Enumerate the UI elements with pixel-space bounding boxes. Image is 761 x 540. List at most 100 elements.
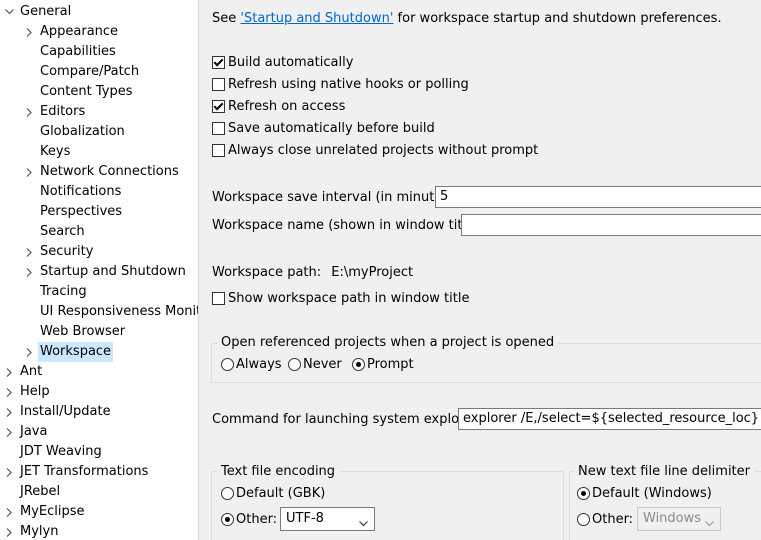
tree-item-label: Editors [40, 104, 86, 119]
always-label: Always [236, 357, 282, 372]
tree-item-label: Globalization [40, 124, 125, 139]
always-radio[interactable] [221, 358, 234, 371]
tree-item-appearance[interactable]: Appearance [0, 22, 198, 42]
save-before-build-checkbox[interactable] [212, 122, 225, 135]
tree-item-notifications[interactable]: Notifications [0, 182, 198, 202]
delimiter-default-label: Default (Windows) [592, 486, 712, 501]
tree-item-capabilities[interactable]: Capabilities [0, 42, 198, 62]
refresh-native-label: Refresh using native hooks or polling [228, 77, 469, 92]
tree-item-label: Install/Update [20, 404, 111, 419]
tree-item-label: JDT Weaving [20, 444, 102, 459]
encoding-default-radio[interactable] [221, 487, 234, 500]
preferences-tree[interactable]: General Appearance Capabilities Compare/Pat… [0, 0, 198, 540]
save-before-build-label: Save automatically before build [228, 121, 435, 136]
open-referenced-title: Open referenced projects when a project … [217, 335, 559, 350]
workspace-path-label: Workspace path: [212, 265, 322, 280]
delimiter-other-radio[interactable] [577, 513, 590, 526]
tree-item-label: Web Browser [40, 324, 126, 339]
tree-item-label: Keys [40, 144, 71, 159]
chevron-right-icon[interactable] [4, 522, 14, 540]
chevron-right-icon[interactable] [24, 162, 34, 182]
chevron-right-icon[interactable] [4, 422, 14, 442]
build-automatically-checkbox[interactable] [212, 56, 225, 69]
explorer-label: Command for launching system explorer: [212, 412, 482, 427]
tree-item-label: Appearance [40, 24, 119, 39]
refresh-on-access-checkbox[interactable] [212, 100, 225, 113]
chevron-right-icon[interactable] [24, 342, 34, 362]
chevron-down-icon[interactable] [4, 2, 14, 22]
tree-item-label: Security [40, 244, 94, 259]
tree-item-label: Perspectives [40, 204, 123, 219]
tree-item-java[interactable]: Java [0, 422, 198, 442]
tree-item-startup-and-shutdown[interactable]: Startup and Shutdown [0, 262, 198, 282]
tree-item-search[interactable]: Search [0, 222, 198, 242]
tree-item-editors[interactable]: Editors [0, 102, 198, 122]
startup-info-text: See 'Startup and Shutdown' for workspace… [212, 11, 722, 26]
explorer-command-input[interactable]: explorer /E,/select=${selected_resource_… [458, 408, 761, 430]
tree-item-label: Startup and Shutdown [40, 264, 186, 279]
close-unrelated-label: Always close unrelated projects without … [228, 143, 539, 158]
tree-item-compare-patch[interactable]: Compare/Patch [0, 62, 198, 82]
show-path-label: Show workspace path in window title [228, 291, 470, 306]
prompt-radio[interactable] [352, 358, 365, 371]
tree-item-install-update[interactable]: Install/Update [0, 402, 198, 422]
chevron-down-icon [359, 516, 368, 531]
tree-item-globalization[interactable]: Globalization [0, 122, 198, 142]
tree-item-help[interactable]: Help [0, 382, 198, 402]
encoding-other-label: Other: [236, 512, 278, 527]
tree-item-mylyn[interactable]: Mylyn [0, 522, 198, 540]
tree-item-jrebel[interactable]: JRebel [0, 482, 198, 502]
show-path-checkbox[interactable] [212, 292, 225, 305]
chevron-right-icon[interactable] [24, 242, 34, 262]
build-automatically-label: Build automatically [228, 55, 354, 70]
tree-item-jdt-weaving[interactable]: JDT Weaving [0, 442, 198, 462]
chevron-right-icon[interactable] [4, 382, 14, 402]
tree-item-web-browser[interactable]: Web Browser [0, 322, 198, 342]
never-label: Never [303, 357, 342, 372]
line-delimiter-title: New text file line delimiter [574, 464, 754, 479]
tree-item-workspace[interactable]: Workspace [0, 342, 198, 362]
encoding-other-radio[interactable] [221, 513, 234, 526]
refresh-native-checkbox[interactable] [212, 78, 225, 91]
chevron-right-icon[interactable] [4, 462, 14, 482]
tree-item-label: Mylyn [20, 524, 59, 539]
chevron-right-icon[interactable] [24, 102, 34, 122]
tree-item-keys[interactable]: Keys [0, 142, 198, 162]
chevron-right-icon[interactable] [24, 262, 34, 282]
tree-item-ant[interactable]: Ant [0, 362, 198, 382]
tree-item-label: Content Types [40, 84, 133, 99]
tree-item-content-types[interactable]: Content Types [0, 82, 198, 102]
tree-item-network-connections[interactable]: Network Connections [0, 162, 198, 182]
tree-item-label: MyEclipse [20, 504, 85, 519]
tree-item-label: Network Connections [40, 164, 179, 179]
workspace-path-value: E:\myProject [331, 265, 414, 280]
encoding-group [211, 471, 564, 540]
encoding-select[interactable]: UTF-8 [280, 507, 375, 531]
see-prefix: See [212, 11, 241, 26]
tree-item-label: Search [40, 224, 85, 239]
workspace-name-input[interactable] [461, 214, 761, 236]
chevron-right-icon[interactable] [4, 362, 14, 382]
tree-item-jet-transformations[interactable]: JET Transformations [0, 462, 198, 482]
tree-item-general[interactable]: General [0, 2, 198, 22]
tree-item-label: General [20, 4, 72, 19]
chevron-right-icon[interactable] [24, 22, 34, 42]
close-unrelated-checkbox[interactable] [212, 144, 225, 157]
tree-item-perspectives[interactable]: Perspectives [0, 202, 198, 222]
delimiter-select[interactable]: Windows [637, 507, 721, 531]
delimiter-default-radio[interactable] [577, 487, 590, 500]
tree-item-tracing[interactable]: Tracing [0, 282, 198, 302]
save-interval-input[interactable]: 5 [435, 186, 761, 208]
tree-item-ui-responsiveness-monito[interactable]: UI Responsiveness Monito [0, 302, 198, 322]
tree-item-myeclipse[interactable]: MyEclipse [0, 502, 198, 522]
tree-item-security[interactable]: Security [0, 242, 198, 262]
never-radio[interactable] [288, 358, 301, 371]
chevron-right-icon[interactable] [4, 402, 14, 422]
delimiter-other-label: Other: [592, 512, 634, 527]
workspace-name-label: Workspace name (shown in window title): [212, 218, 484, 233]
tree-item-label: Ant [20, 364, 43, 379]
chevron-right-icon[interactable] [4, 502, 14, 522]
tree-item-label: Notifications [40, 184, 122, 199]
startup-shutdown-link[interactable]: 'Startup and Shutdown' [240, 11, 393, 26]
tree-item-label: Java [20, 424, 48, 439]
